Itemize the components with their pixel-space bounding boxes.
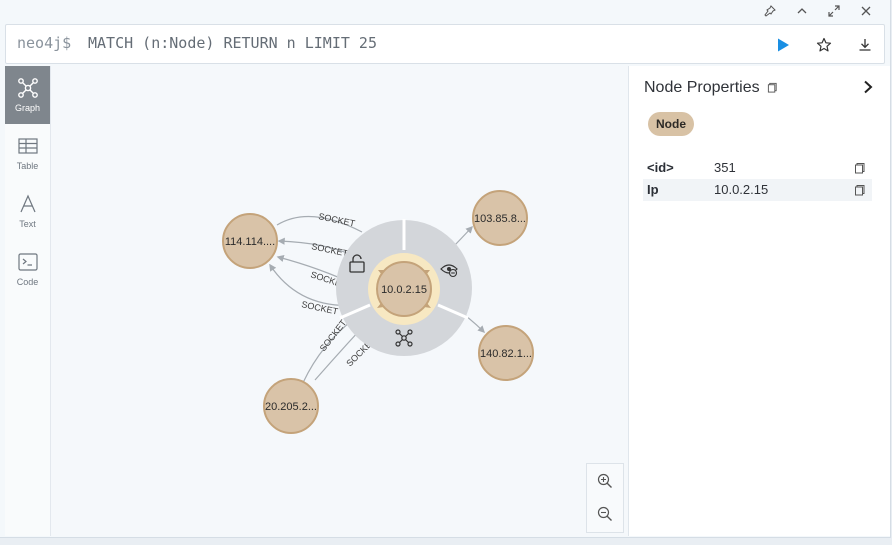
sidebar-item-code[interactable]: Code (5, 240, 50, 298)
sidebar-item-label: Graph (14, 103, 40, 113)
property-key: <id> (647, 160, 674, 175)
graph-node[interactable]: 114.114.... (222, 213, 278, 269)
pin-button[interactable] (756, 4, 784, 18)
sidebar-item-label: Table (16, 161, 39, 171)
play-icon (778, 38, 789, 52)
favorite-button[interactable] (813, 34, 835, 56)
view-sidebar: Graph Table Text Code (5, 66, 51, 536)
property-value: 351 (714, 160, 736, 175)
graph-canvas[interactable]: SOCKET SOCKET SOCKET SOCKET SOCKET SOCKE… (51, 66, 628, 536)
expand-icon (828, 5, 840, 17)
chevron-right-icon (864, 80, 873, 94)
property-key: Ip (647, 182, 659, 197)
app-window: neo4j$ MATCH (n:Node) RETURN n LIMIT 25 (0, 0, 891, 538)
node-properties-panel: Node Properties Node <id> 351 Ip 10.0.2.… (628, 66, 890, 536)
chevron-up-icon (797, 8, 807, 14)
collapse-button[interactable] (788, 4, 816, 18)
graph-node[interactable]: 140.82.1... (478, 325, 534, 381)
sidebar-item-label: Code (16, 277, 39, 287)
zoom-controls (586, 463, 624, 533)
editor-prompt: neo4j$ (17, 34, 72, 52)
panel-title: Node Properties (644, 79, 778, 97)
graph-view[interactable]: SOCKET SOCKET SOCKET SOCKET SOCKET SOCKE… (51, 66, 628, 536)
collapse-panel-button[interactable] (860, 78, 876, 96)
node-label: 103.85.8... (474, 213, 526, 225)
copy-icon[interactable] (854, 162, 866, 174)
download-icon (859, 39, 871, 51)
sidebar-item-label: Text (19, 219, 36, 229)
copy-icon[interactable] (767, 82, 778, 93)
copy-icon[interactable] (854, 184, 866, 196)
sidebar-item-text[interactable]: Text (5, 182, 50, 240)
panel-title-text: Node Properties (644, 79, 760, 96)
query-editor[interactable]: neo4j$ MATCH (n:Node) RETURN n LIMIT 25 (5, 24, 885, 64)
query-text[interactable]: MATCH (n:Node) RETURN n LIMIT 25 (88, 34, 377, 52)
relationship-label: SOCKET (311, 241, 350, 259)
graph-node-selected[interactable]: 10.0.2.15 (368, 253, 440, 325)
property-row: <id> 351 (643, 157, 872, 179)
zoom-in-icon (597, 473, 612, 488)
sidebar-item-graph[interactable]: Graph (5, 66, 50, 124)
code-icon (17, 253, 38, 271)
property-row: Ip 10.0.2.15 (643, 179, 872, 201)
text-icon (19, 194, 36, 213)
run-button[interactable] (772, 34, 794, 56)
node-label: 114.114.... (225, 236, 275, 248)
relationship-edge[interactable] (301, 317, 356, 386)
node-label: 10.0.2.15 (381, 284, 427, 296)
zoom-out-icon (597, 506, 612, 521)
close-button[interactable] (852, 4, 880, 18)
node-label-chip[interactable]: Node (648, 112, 694, 136)
table-icon (17, 138, 38, 154)
star-icon (816, 37, 832, 52)
graph-node[interactable]: 103.85.8... (472, 190, 528, 246)
close-icon (861, 6, 871, 16)
zoom-out-button[interactable] (587, 497, 623, 530)
graph-icon (17, 78, 38, 98)
pin-icon (764, 5, 776, 17)
node-label: 20.205.2... (265, 401, 317, 413)
node-label: 140.82.1... (480, 348, 532, 360)
sidebar-item-table[interactable]: Table (5, 124, 50, 182)
property-value: 10.0.2.15 (714, 182, 769, 197)
fullscreen-button[interactable] (820, 4, 848, 18)
zoom-in-button[interactable] (587, 464, 623, 497)
window-controls (756, 4, 880, 18)
relationship-label: SOCKET (318, 211, 357, 229)
download-button[interactable] (854, 34, 876, 56)
graph-node[interactable]: 20.205.2... (263, 378, 319, 434)
